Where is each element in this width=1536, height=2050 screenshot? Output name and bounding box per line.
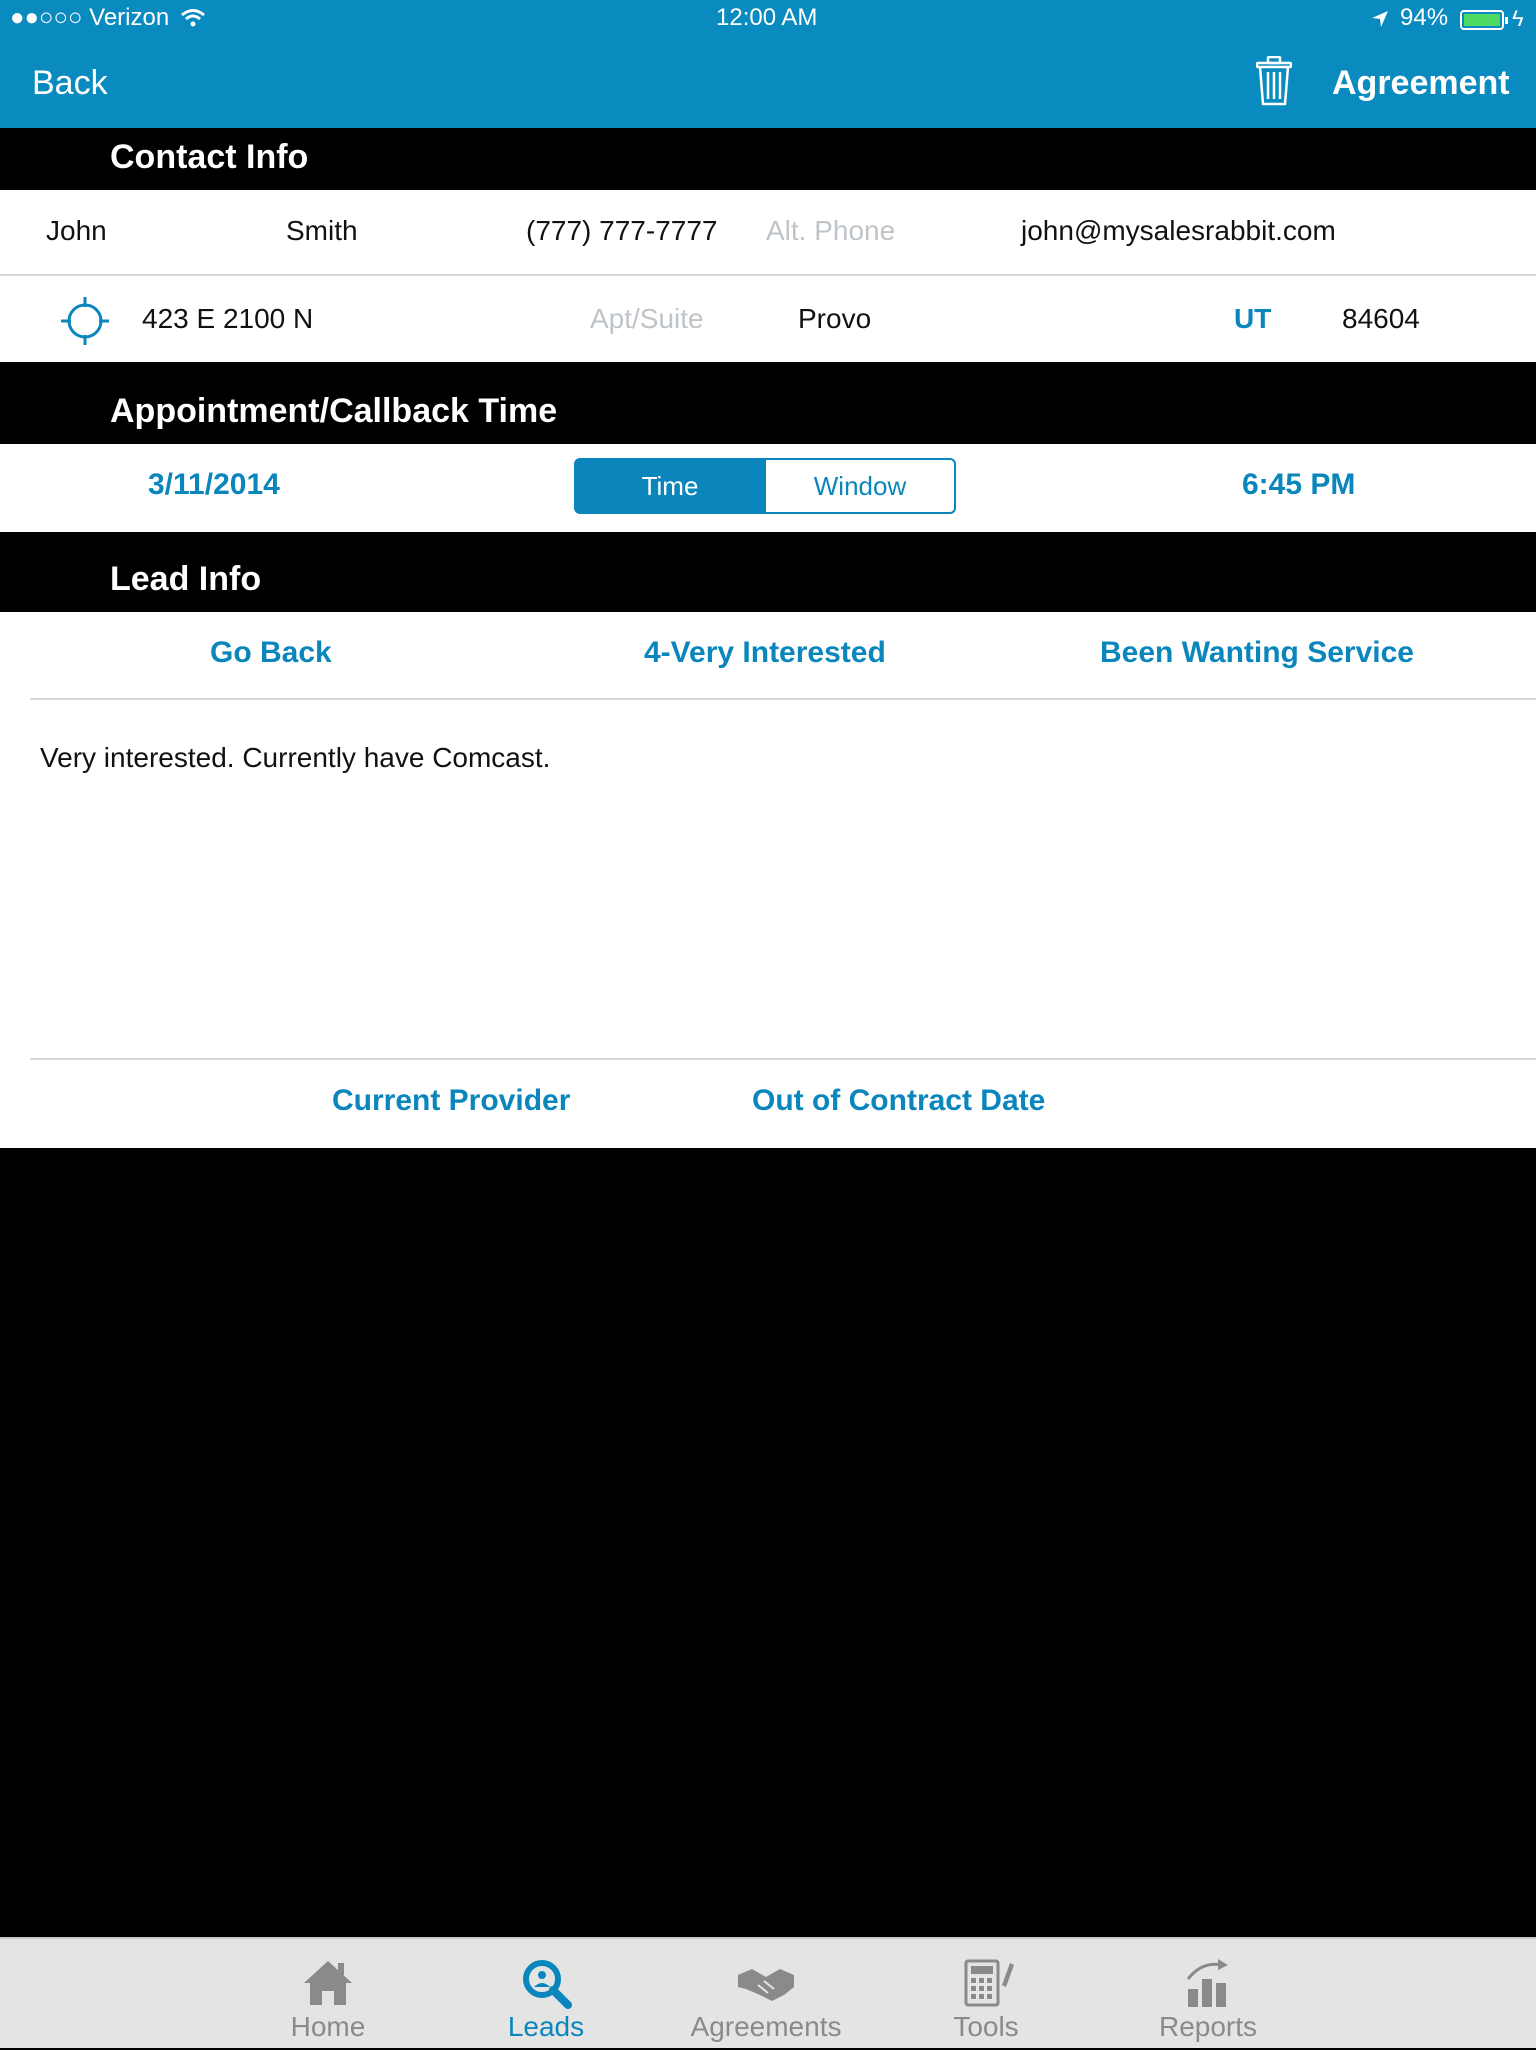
email-field[interactable]: john@mysalesrabbit.com: [1021, 215, 1336, 247]
tab-home[interactable]: Home: [228, 1939, 428, 2050]
carrier-text: ●●○○○ Verizon: [10, 4, 170, 31]
top-bar: ●●○○○ Verizon 12:00 AM 94% ϟ Back Agreem…: [0, 0, 1536, 128]
tab-leads-label: Leads: [507, 2011, 585, 2042]
contact-info-header: Contact Info: [0, 128, 1536, 190]
wifi-icon: [181, 9, 205, 27]
zip-field[interactable]: 84604: [1342, 303, 1420, 335]
tab-reports-label: Reports: [1158, 2011, 1258, 2042]
tab-agreements-label: Agreements: [690, 2011, 842, 2042]
address-field[interactable]: 423 E 2100 N: [142, 303, 313, 335]
trash-icon[interactable]: [1256, 56, 1292, 106]
agreement-button[interactable]: Agreement: [1332, 64, 1510, 103]
lead-info-section: Go Back 4-Very Interested Been Wanting S…: [0, 612, 1536, 1148]
crosshair-icon[interactable]: [60, 296, 110, 346]
current-provider-selector[interactable]: Current Provider: [332, 1084, 570, 1118]
battery-icon: [1460, 10, 1508, 30]
calculator-icon: [964, 1959, 1014, 2007]
tab-reports[interactable]: Reports: [1108, 1939, 1308, 2050]
charging-icon: ϟ: [1512, 6, 1524, 31]
divider: [30, 1058, 1536, 1060]
divider: [0, 274, 1536, 276]
battery-percent: 94%: [1400, 4, 1449, 31]
home-icon: [304, 1961, 352, 2005]
first-name-field[interactable]: John: [46, 215, 107, 247]
tab-tools-label: Tools: [953, 2011, 1019, 2042]
lead-info-header: Lead Info: [0, 532, 1536, 612]
contact-info-title: Contact Info: [110, 138, 309, 176]
apt-suite-field[interactable]: Apt/Suite: [590, 303, 704, 335]
alt-phone-field[interactable]: Alt. Phone: [766, 215, 895, 247]
lead-rating-selector[interactable]: 4-Very Interested: [644, 636, 886, 670]
contact-info-section: John Smith (777) 777-7777 Alt. Phone joh…: [0, 190, 1536, 362]
lead-status-selector[interactable]: Go Back: [210, 636, 332, 670]
location-arrow-icon: [1372, 11, 1388, 27]
appointment-date[interactable]: 3/11/2014: [148, 468, 280, 502]
tab-bar: Home Leads Agreements Tools Reports: [0, 1937, 1536, 2048]
state-selector[interactable]: UT: [1234, 303, 1271, 335]
appointment-header: Appointment/Callback Time: [0, 362, 1536, 444]
tab-leads[interactable]: Leads: [446, 1939, 646, 2050]
lead-info-title: Lead Info: [110, 560, 262, 598]
tab-tools[interactable]: Tools: [886, 1939, 1086, 2050]
contract-date-selector[interactable]: Out of Contract Date: [752, 1084, 1045, 1118]
handshake-icon: [738, 1969, 794, 2001]
segment-time[interactable]: Time: [574, 458, 766, 514]
appointment-title: Appointment/Callback Time: [110, 392, 558, 430]
segment-window[interactable]: Window: [764, 458, 956, 514]
tab-home-label: Home: [290, 2011, 366, 2042]
search-icon: [523, 1960, 572, 2009]
bar-chart-icon: [1186, 1959, 1228, 2007]
last-name-field[interactable]: Smith: [286, 215, 358, 247]
city-field[interactable]: Provo: [798, 303, 871, 335]
clock-text: 12:00 AM: [716, 4, 818, 31]
back-button[interactable]: Back: [32, 64, 108, 103]
appointment-time[interactable]: 6:45 PM: [1242, 468, 1355, 502]
phone-field[interactable]: (777) 777-7777: [526, 215, 717, 247]
divider: [30, 698, 1536, 700]
lead-reason-selector[interactable]: Been Wanting Service: [1100, 636, 1414, 670]
tab-agreements[interactable]: Agreements: [666, 1939, 866, 2050]
notes-textarea[interactable]: Very interested. Currently have Comcast.: [40, 742, 550, 774]
